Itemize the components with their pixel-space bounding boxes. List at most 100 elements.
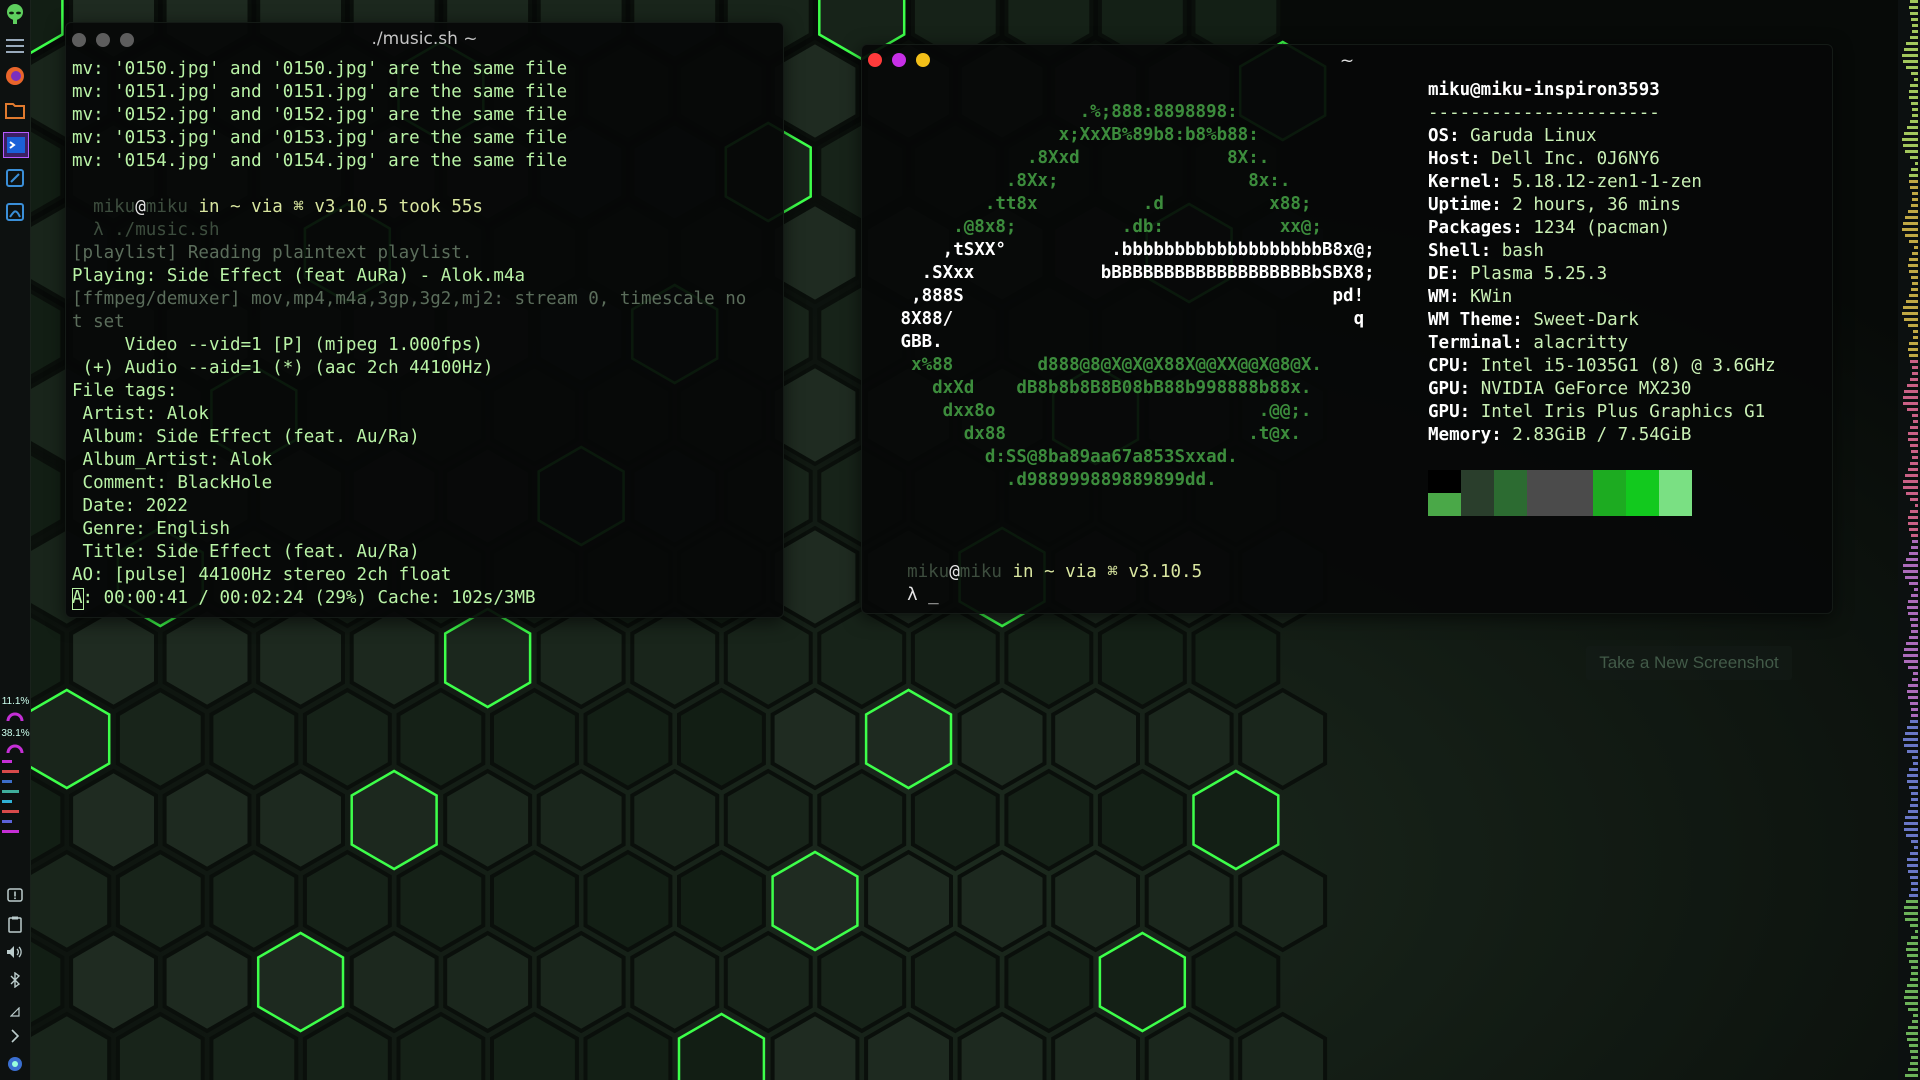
take-screenshot-button[interactable]: Take a New Screenshot (1586, 646, 1792, 680)
visualizer-bar (1904, 828, 1918, 831)
visualizer-bar (1903, 60, 1918, 63)
network-icon[interactable] (3, 1000, 27, 1024)
visualizer-bar (1904, 822, 1918, 825)
neofetch-terminal-titlebar[interactable]: ~ (862, 45, 1832, 77)
info-colon: : (1491, 425, 1513, 445)
visualizer-bar (1908, 1008, 1918, 1011)
core-usage-bar (2, 830, 19, 833)
neofetch-system-info: miku@miku-inspiron3593 ------------------… (1428, 79, 1832, 447)
visualizer-bar (1910, 12, 1918, 15)
info-key: GPU (1428, 379, 1460, 399)
menu-icon[interactable] (3, 34, 27, 58)
visualizer-bar (1910, 978, 1918, 981)
visualizer-bar (1913, 336, 1918, 339)
visualizer-bar (1909, 96, 1918, 99)
music-terminal-output[interactable]: mv: '0150.jpg' and '0150.jpg' are the sa… (72, 58, 783, 610)
pdf-icon[interactable] (3, 200, 27, 224)
volume-icon[interactable] (3, 940, 27, 964)
visualizer-bar (1905, 474, 1918, 477)
neofetch-terminal-window[interactable]: ~ .%;888:8898898: x;XxXB%89b8:b8%b88: .8… (861, 44, 1833, 614)
visualizer-bar (1906, 492, 1918, 495)
visualizer-bar (1903, 738, 1918, 741)
visualizer-bar (1912, 24, 1918, 27)
info-value: Dell Inc. 0J6NY6 (1491, 149, 1660, 169)
visualizer-bar (1903, 564, 1918, 567)
info-value: alacritty (1533, 333, 1629, 353)
visualizer-bar (1910, 876, 1918, 879)
terminal-line: λ ./music.sh (72, 220, 220, 240)
info-key: Shell (1428, 241, 1481, 261)
visualizer-bar (1909, 294, 1918, 297)
visualizer-bar (1910, 360, 1918, 363)
shield-icon[interactable] (3, 1052, 27, 1076)
music-terminal-window[interactable]: ./music.sh ~ mv: '0150.jpg' and '0150.jp… (65, 22, 784, 618)
info-key: CPU (1428, 356, 1460, 376)
color-swatch (1527, 493, 1560, 516)
info-colon: : (1449, 287, 1471, 307)
core-usage-bar (2, 760, 12, 763)
visualizer-bar (1911, 288, 1918, 291)
terminal-line: mv: '0152.jpg' and '0152.jpg' are the sa… (72, 105, 568, 125)
visualizer-bar (1903, 570, 1918, 573)
chevron-icon[interactable] (3, 1024, 27, 1048)
visualizer-bar (1908, 684, 1918, 687)
info-key: Memory (1428, 425, 1492, 445)
color-swatch (1593, 493, 1626, 516)
visualizer-bar (1908, 522, 1918, 525)
color-swatch (1494, 493, 1527, 516)
shell-input-line[interactable]: λ _ (886, 584, 1832, 607)
cpu-percent-label: 11.1% (1, 696, 30, 707)
info-colon: : (1512, 310, 1534, 330)
terminal-icon[interactable] (3, 132, 29, 158)
visualizer-bar (1909, 240, 1918, 243)
neofetch-prompt[interactable]: miku@miku in ~ via ⌘ v3.10.5 λ _ (886, 561, 1832, 607)
info-colon: : (1459, 402, 1481, 422)
visualizer-bar (1910, 1050, 1918, 1053)
visualizer-bar (1904, 660, 1918, 663)
firefox-icon[interactable] (3, 64, 27, 88)
visualizer-bar (1912, 540, 1918, 543)
color-swatch (1593, 470, 1626, 493)
info-colon: : (1459, 379, 1481, 399)
folder-icon[interactable] (3, 98, 27, 122)
window-title: ~ (1339, 51, 1355, 71)
visualizer-bar (1906, 948, 1918, 951)
terminal-line: [playlist] Reading plaintext playlist. (72, 243, 473, 263)
core-usage-bar (2, 810, 19, 813)
visualizer-bar (1915, 162, 1918, 165)
prompt-at: @ (949, 562, 960, 582)
neofetch-info-row: Uptime: 2 hours, 36 mins (1428, 194, 1832, 217)
editor-icon[interactable] (3, 166, 27, 190)
visualizer-bar (1911, 714, 1918, 717)
prompt-user: miku (93, 197, 136, 217)
terminal-line: Playing: Side Effect (feat AuRa) - Alok.… (72, 266, 526, 286)
visualizer-bar (1911, 1056, 1918, 1059)
visualizer-bar (1911, 798, 1918, 801)
info-key: Host (1428, 149, 1471, 169)
color-swatch (1428, 470, 1461, 493)
visualizer-bar (1912, 198, 1918, 201)
neofetch-info-row: Shell: bash (1428, 240, 1832, 263)
info-value: bash (1501, 241, 1544, 261)
alien-icon[interactable] (3, 2, 27, 26)
info-colon: : (1491, 172, 1513, 192)
visualizer-bar (1903, 306, 1918, 309)
visualizer-bar (1907, 606, 1918, 609)
color-swatch (1560, 493, 1593, 516)
color-swatch (1626, 493, 1659, 516)
info-colon: : (1449, 264, 1471, 284)
music-terminal-titlebar[interactable]: ./music.sh ~ (66, 23, 783, 55)
visualizer-bar (1906, 900, 1918, 903)
notification-icon[interactable] (3, 884, 27, 908)
info-value: NVIDIA GeForce MX230 (1480, 379, 1692, 399)
visualizer-bar (1913, 330, 1918, 333)
bluetooth-icon[interactable] (3, 968, 27, 992)
visualizer-bar (1908, 1026, 1918, 1029)
neofetch-info-row: Host: Dell Inc. 0J6NY6 (1428, 148, 1832, 171)
visualizer-bar (1910, 444, 1918, 447)
info-value: Intel Iris Plus Graphics G1 (1480, 402, 1766, 422)
visualizer-bar (1908, 468, 1918, 471)
visualizer-bar (1908, 348, 1918, 351)
clipboard-icon[interactable] (3, 912, 27, 936)
info-key: Packages (1428, 218, 1513, 238)
